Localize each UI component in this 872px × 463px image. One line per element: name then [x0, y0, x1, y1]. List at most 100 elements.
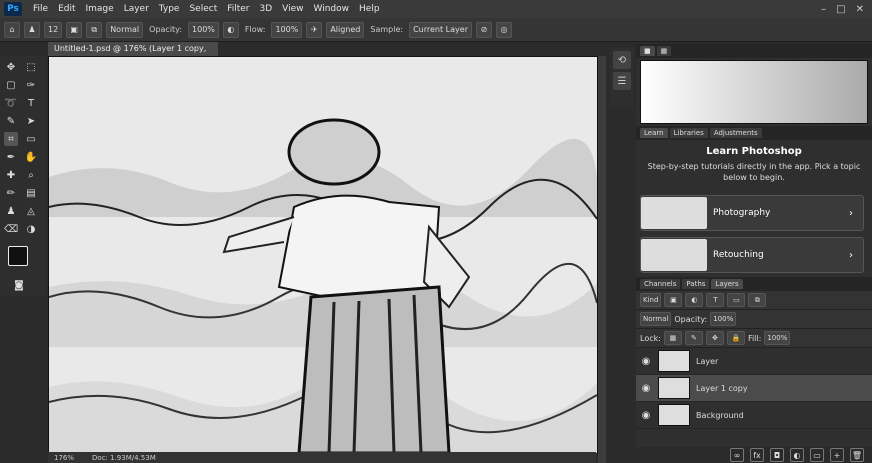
- layer-opacity-field[interactable]: 100%: [710, 312, 737, 326]
- marquee-tool-icon[interactable]: ▢: [4, 78, 18, 92]
- layer-style-icon[interactable]: fx: [750, 448, 764, 462]
- clone-stamp-icon[interactable]: ♟: [24, 21, 40, 38]
- blur-tool-icon[interactable]: ◬: [24, 204, 38, 218]
- artboard-tool-icon[interactable]: ⬚: [24, 60, 38, 74]
- tab-learn[interactable]: Learn: [640, 128, 668, 138]
- eraser-tool-icon[interactable]: ⌫: [4, 222, 18, 236]
- menu-filter[interactable]: Filter: [222, 4, 254, 14]
- menu-image[interactable]: Image: [81, 4, 119, 14]
- gradient-tool-icon[interactable]: ▤: [24, 186, 38, 200]
- flow-field[interactable]: 100%: [271, 21, 303, 38]
- tab-layers[interactable]: Layers: [711, 279, 743, 289]
- visibility-eye-icon[interactable]: ◉: [640, 355, 652, 367]
- foreground-color-swatch[interactable]: [8, 246, 28, 266]
- blend-mode-select[interactable]: Normal: [106, 21, 144, 38]
- filter-type-icon[interactable]: T: [706, 293, 725, 307]
- canvas-area[interactable]: [48, 56, 598, 454]
- home-icon[interactable]: ⌂: [4, 21, 20, 38]
- menu-type[interactable]: Type: [154, 4, 185, 14]
- history-panel-icon[interactable]: ⟲: [613, 51, 631, 69]
- brush-size-picker[interactable]: 12: [44, 21, 63, 38]
- tab-paths[interactable]: Paths: [682, 279, 710, 289]
- filter-adjustment-icon[interactable]: ◐: [685, 293, 704, 307]
- lock-paint-icon[interactable]: ✎: [684, 331, 703, 345]
- menu-view[interactable]: View: [277, 4, 308, 14]
- dodge-tool-icon[interactable]: ◑: [24, 222, 38, 236]
- layer-row[interactable]: ◉ Layer: [636, 348, 872, 375]
- layer-name: Background: [696, 410, 744, 420]
- menu-3d[interactable]: 3D: [255, 4, 278, 14]
- new-layer-icon[interactable]: +: [830, 448, 844, 462]
- maximize-icon[interactable]: □: [836, 4, 845, 15]
- lasso-tool-icon[interactable]: ➰: [4, 96, 18, 110]
- opacity-field[interactable]: 100%: [188, 21, 219, 38]
- minimize-icon[interactable]: –: [821, 4, 826, 15]
- layer-row[interactable]: ◉ Layer 1 copy: [636, 375, 872, 402]
- layer-fill-field[interactable]: 100%: [764, 331, 791, 345]
- kind-filter-select[interactable]: Kind: [640, 293, 662, 307]
- pressure-size-icon[interactable]: ◎: [496, 21, 512, 38]
- ignore-adjustment-icon[interactable]: ⊘: [476, 21, 492, 38]
- menu-layer[interactable]: Layer: [119, 4, 154, 14]
- brush-tool-icon[interactable]: ✏: [4, 186, 18, 200]
- adjustment-layer-icon[interactable]: ◐: [790, 448, 804, 462]
- healing-brush-tool-icon[interactable]: ✚: [4, 168, 18, 182]
- hand-tool-icon[interactable]: ✋: [24, 150, 38, 164]
- zoom-level[interactable]: 176%: [54, 454, 74, 462]
- color-picker-field[interactable]: [640, 60, 868, 124]
- tab-swatches[interactable]: ▦: [656, 46, 672, 56]
- document-tab[interactable]: Untitled-1.psd @ 176% (Layer 1 copy, RGB…: [48, 42, 218, 67]
- visibility-eye-icon[interactable]: ◉: [640, 409, 652, 421]
- menu-select[interactable]: Select: [184, 4, 222, 14]
- lock-label: Lock:: [640, 333, 661, 343]
- menu-window[interactable]: Window: [309, 4, 355, 14]
- lock-position-icon[interactable]: ✥: [705, 331, 724, 345]
- brush-panel-icon[interactable]: ▣: [66, 21, 83, 38]
- layer-name: Layer: [696, 356, 719, 366]
- layer-row[interactable]: ◉ Background: [636, 402, 872, 429]
- new-group-icon[interactable]: ▭: [810, 448, 824, 462]
- filter-pixel-icon[interactable]: ▣: [664, 293, 683, 307]
- link-layers-icon[interactable]: ∞: [730, 448, 744, 462]
- learn-card-thumbnail: [641, 239, 707, 271]
- tab-libraries[interactable]: Libraries: [669, 128, 708, 138]
- path-select-tool-icon[interactable]: ➤: [24, 114, 38, 128]
- sample-select[interactable]: Current Layer: [409, 21, 472, 38]
- close-icon[interactable]: ✕: [856, 4, 864, 15]
- properties-panel-icon[interactable]: ☰: [613, 72, 631, 90]
- type-tool-icon[interactable]: T: [24, 96, 38, 110]
- crop-tool-icon[interactable]: ⌗: [4, 132, 18, 146]
- layers-bottom-toolbar: ∞ fx ◘ ◐ ▭ + 🗑: [636, 447, 872, 463]
- stamp-tool-icon[interactable]: ♟: [4, 204, 18, 218]
- clone-source-icon[interactable]: ⧉: [86, 21, 103, 38]
- learn-card-retouching[interactable]: Retouching ›: [640, 237, 864, 273]
- shape-tool-icon[interactable]: ▭: [24, 132, 38, 146]
- filter-smart-object-icon[interactable]: ⧉: [748, 293, 767, 307]
- add-mask-icon[interactable]: ◘: [770, 448, 784, 462]
- learn-card-photography[interactable]: Photography ›: [640, 195, 864, 231]
- move-tool-icon[interactable]: ✥: [4, 60, 18, 74]
- menu-edit[interactable]: Edit: [53, 4, 80, 14]
- canvas-scrollbar[interactable]: [598, 56, 606, 463]
- tab-color[interactable]: ■: [640, 46, 655, 56]
- aligned-checkbox[interactable]: Aligned: [326, 21, 365, 38]
- color-panel-tabs: ■ ▦: [636, 44, 872, 58]
- filter-shape-icon[interactable]: ▭: [727, 293, 746, 307]
- airbrush-icon[interactable]: ✈: [306, 21, 323, 38]
- eyedropper-tool-icon[interactable]: ✒: [4, 150, 18, 164]
- visibility-eye-icon[interactable]: ◉: [640, 382, 652, 394]
- lock-pixels-icon[interactable]: ▦: [663, 331, 682, 345]
- menu-help[interactable]: Help: [354, 4, 385, 14]
- pressure-opacity-icon[interactable]: ◐: [222, 21, 239, 38]
- layer-blend-mode-select[interactable]: Normal: [640, 312, 672, 326]
- layer-thumbnail: [658, 350, 690, 372]
- tab-adjustments[interactable]: Adjustments: [709, 128, 762, 138]
- delete-layer-icon[interactable]: 🗑: [850, 448, 864, 462]
- menu-file[interactable]: File: [28, 4, 53, 14]
- lock-all-icon[interactable]: 🔒: [726, 331, 745, 345]
- tab-channels[interactable]: Channels: [640, 279, 681, 289]
- pen-tool-icon[interactable]: ✑: [24, 78, 38, 92]
- quick-mask-icon[interactable]: ◙: [12, 278, 26, 292]
- zoom-tool-icon[interactable]: ⌕: [24, 168, 38, 182]
- quick-select-tool-icon[interactable]: ✎: [4, 114, 18, 128]
